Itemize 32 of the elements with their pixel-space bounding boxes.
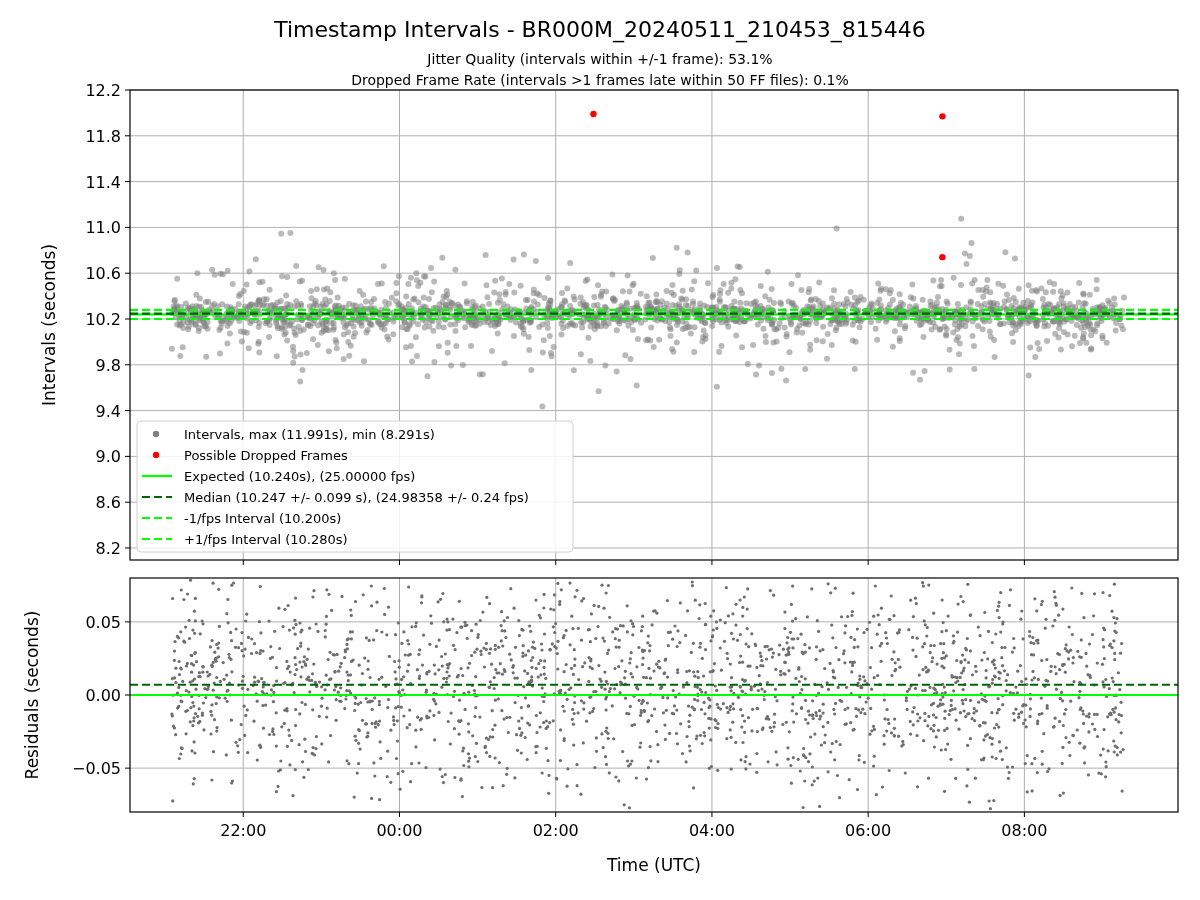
tick-label: −0.05 xyxy=(71,759,121,779)
tick-label: 10.6 xyxy=(85,264,121,284)
legend-label: -1/fps Interval (10.200s) xyxy=(184,511,342,526)
tick-label: 04:00 xyxy=(688,821,735,840)
tick-label: 22:00 xyxy=(220,821,267,840)
axis-label: Residuals (seconds) xyxy=(22,610,42,780)
tick-label: 8.2 xyxy=(95,539,121,558)
tick-label: 11.4 xyxy=(85,172,121,192)
tick-label: 12.2 xyxy=(85,81,121,100)
tick-label: 9.0 xyxy=(95,447,121,467)
legend-label: +1/fps Interval (10.280s) xyxy=(184,532,348,547)
tick-label: 08:00 xyxy=(1001,821,1048,840)
tick-label: 9.4 xyxy=(95,401,121,421)
chart-title: Timestamp Intervals - BR000M_20240511_210453_815446 xyxy=(274,17,926,42)
legend-label: Expected (10.240s), (25.00000 fps) xyxy=(184,469,416,484)
tick-label: 9.8 xyxy=(95,355,121,375)
tick-label: 0.05 xyxy=(85,612,121,632)
tick-label: 10.2 xyxy=(85,310,121,329)
tick-label: 00:00 xyxy=(376,821,423,840)
legend-label: Median (10.247 +/- 0.099 s), (24.98358 +/- 0.24 fps) xyxy=(184,490,529,505)
tick-label: 0.00 xyxy=(85,686,121,705)
chart-subtitle: Dropped Frame Rate (intervals >1 frames late within 50 FF files): 0.1% xyxy=(351,72,849,88)
legend-label: Possible Dropped Frames xyxy=(184,448,348,463)
tick-label: 06:00 xyxy=(845,821,892,840)
tick-label: 02:00 xyxy=(532,821,579,840)
tick-label: 11.8 xyxy=(85,126,121,146)
tick-label: 11.0 xyxy=(85,218,121,238)
chart-subtitle: Jitter Quality (intervals within +/-1 frame): 53.1% xyxy=(427,51,773,67)
axis-label: Intervals (seconds) xyxy=(39,243,59,407)
tick-label: 8.6 xyxy=(95,493,121,513)
legend-label: Intervals, max (11.991s), min (8.291s) xyxy=(184,427,435,442)
axis-label: Time (UTC) xyxy=(607,855,701,875)
